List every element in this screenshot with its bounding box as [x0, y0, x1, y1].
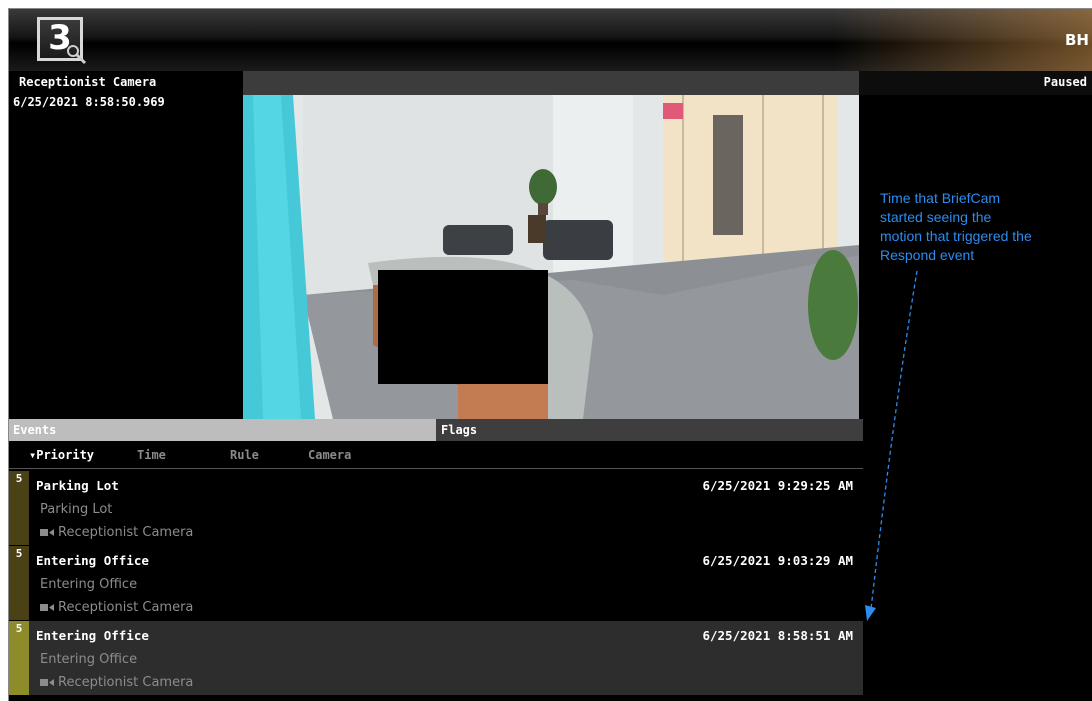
video-camera-icon — [40, 679, 54, 686]
event-time: 6/25/2021 9:03:29 AM — [702, 553, 853, 568]
event-row[interactable]: 5 Parking Lot Parking Lot Receptionist C… — [9, 471, 863, 545]
sort-rule[interactable]: Rule — [230, 448, 259, 462]
priority-badge: 5 — [9, 471, 29, 545]
event-rule: Entering Office — [40, 652, 138, 667]
event-row[interactable]: 5 Entering Office Entering Office Recept… — [9, 546, 863, 620]
sort-priority[interactable]: ▾Priority — [29, 448, 94, 462]
event-name: Entering Office — [36, 628, 149, 643]
event-camera: Receptionist Camera — [40, 600, 193, 615]
magnifier-icon — [67, 45, 87, 65]
event-name: Entering Office — [36, 553, 149, 568]
event-time: 6/25/2021 9:29:25 AM — [702, 478, 853, 493]
camera-name: Receptionist Camera — [19, 75, 157, 89]
sort-header: ▾Priority Time Rule Camera — [9, 441, 863, 469]
tab-flags[interactable]: Flags — [436, 419, 863, 441]
sort-camera[interactable]: Camera — [308, 448, 351, 462]
event-camera-label: Receptionist Camera — [58, 525, 194, 540]
annotation-callout: Time that BriefCam started seeing the mo… — [880, 190, 1032, 263]
video-camera-icon — [40, 604, 54, 611]
event-camera: Receptionist Camera — [40, 675, 193, 690]
event-camera-label: Receptionist Camera — [58, 600, 194, 615]
camera-timestamp: 6/25/2021 8:58:50.969 — [13, 95, 165, 109]
event-row-selected[interactable]: 5 Entering Office Entering Office Recept… — [9, 621, 863, 695]
event-rule: Parking Lot — [40, 502, 113, 517]
event-camera: Receptionist Camera — [40, 525, 193, 540]
playback-status: Paused — [1043, 75, 1087, 89]
event-name: Parking Lot — [36, 478, 119, 493]
event-time: 6/25/2021 8:58:51 AM — [702, 628, 853, 643]
app-title: BH — [1065, 31, 1089, 49]
video-player[interactable] — [243, 95, 859, 419]
video-frame — [243, 95, 859, 419]
event-rule: Entering Office — [40, 577, 138, 592]
priority-badge: 5 — [9, 621, 29, 695]
priority-badge: 5 — [9, 546, 29, 620]
video-toolbar — [243, 71, 859, 95]
tab-events[interactable]: Events — [9, 419, 436, 441]
sort-time[interactable]: Time — [137, 448, 166, 462]
app-window: 3 BH Receptionist Camera 6/25/2021 8:58:… — [8, 8, 1092, 701]
title-bar — [9, 9, 1092, 71]
video-camera-icon — [40, 529, 54, 536]
event-camera-label: Receptionist Camera — [58, 675, 194, 690]
